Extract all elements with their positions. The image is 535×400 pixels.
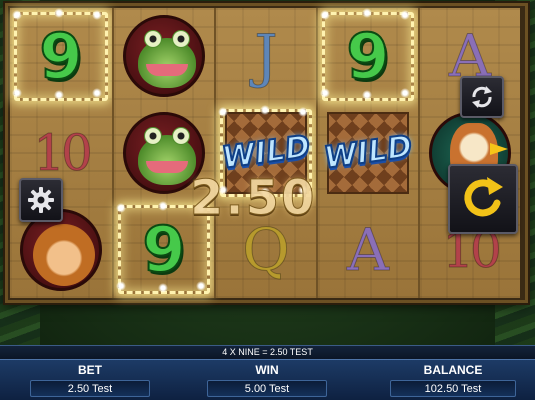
balance-display: BALANCE 102.50 Test [390, 360, 516, 397]
symbol-cell: A [318, 201, 418, 298]
j-symbol: J [254, 22, 278, 91]
bet-value: 2.50 Test [30, 380, 150, 397]
sparkle-decoration [260, 104, 270, 115]
symbol-cell [114, 8, 214, 105]
reel-3: J WILD Q [214, 8, 316, 298]
bet-label: BET [78, 363, 102, 377]
win-label: WIN [255, 363, 279, 377]
ten-symbol: 10 [33, 123, 94, 182]
sparkle-decoration [298, 106, 308, 117]
info-panel: BET 2.50 Test WIN 5.00 Test BALANCE 102.… [0, 359, 535, 400]
reel-area: 9 10 9 J WILD Q 9 WILD A A 10 [10, 8, 520, 298]
win-value: 5.00 Test [207, 380, 327, 397]
symbol-cell: J [216, 8, 316, 105]
sparkle-decoration [400, 88, 410, 98]
sparkle-decoration [54, 90, 64, 100]
wild-symbol: WILD [321, 111, 415, 194]
reel-5: A 10 [418, 8, 520, 298]
sparkle-decoration [196, 281, 206, 292]
autoplay-button[interactable] [460, 76, 504, 118]
symbol-cell: 9 [318, 8, 418, 105]
gear-icon [28, 187, 54, 213]
sparkle-decoration [92, 88, 102, 98]
sparkle-decoration [12, 88, 22, 98]
sparkle-decoration [158, 283, 168, 294]
sparkle-decoration [12, 10, 22, 20]
spin-button[interactable] [448, 164, 518, 234]
balance-value: 102.50 Test [390, 380, 516, 397]
sparkle-decoration [116, 281, 126, 292]
bet-display[interactable]: BET 2.50 Test [30, 360, 150, 397]
reel-4: 9 WILD A [316, 8, 418, 298]
nine-symbol: 9 [38, 19, 83, 94]
refresh-icon [472, 86, 492, 108]
sparkle-decoration [362, 90, 372, 100]
sparkle-decoration [218, 106, 228, 117]
spin-arrow-icon [464, 177, 503, 217]
frog-symbol-icon [123, 15, 205, 98]
win-display: WIN 5.00 Test [207, 360, 327, 397]
wild-label: WILD [321, 129, 415, 178]
sparkle-decoration [158, 201, 168, 212]
a-symbol: A [347, 215, 390, 284]
symbol-cell: 9 [10, 8, 112, 105]
sparkle-decoration [116, 203, 126, 214]
symbol-cell: WILD [318, 105, 418, 202]
sparkle-decoration [92, 10, 102, 20]
sparkle-decoration [320, 10, 330, 20]
sparkle-decoration [54, 8, 64, 18]
reel-1: 9 10 [10, 8, 112, 298]
reel-2: 9 [112, 8, 214, 298]
win-line-message: 4 X NINE = 2.50 TEST [0, 345, 535, 359]
nine-symbol: 9 [141, 212, 186, 287]
sparkle-decoration [400, 10, 410, 20]
sparkle-decoration [320, 88, 330, 98]
nine-symbol: 9 [345, 19, 390, 94]
sparkle-decoration [362, 8, 372, 18]
win-amount-overlay: 2.50 [189, 170, 317, 227]
settings-button[interactable] [19, 178, 63, 222]
balance-label: BALANCE [423, 363, 483, 377]
